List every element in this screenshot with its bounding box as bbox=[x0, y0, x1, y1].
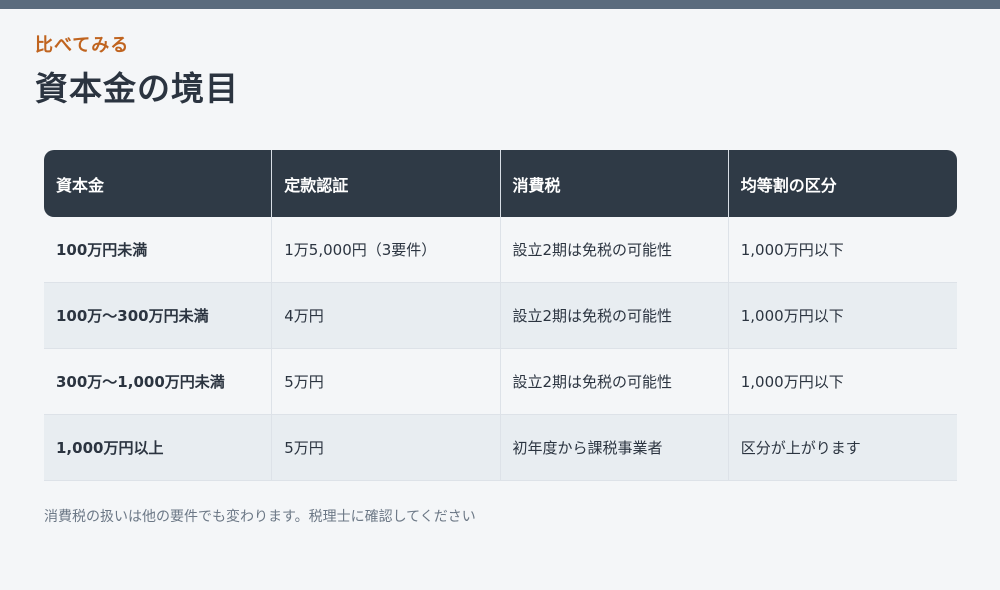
table-cell-capital: 100万円未満 bbox=[44, 217, 273, 282]
table-cell-levy-class: 1,000万円以下 bbox=[740, 307, 844, 325]
comparison-table: 資本金 定款認証 消費税 均等割の区分 100万円未満 1万5,000円（3要件… bbox=[44, 150, 957, 481]
table-cell-capital: 100万〜300万円未満 bbox=[44, 283, 273, 348]
table-cell-certification: 5万円 bbox=[272, 349, 501, 414]
table-cell-capital: 1,000万円以上 bbox=[44, 415, 273, 480]
table-cell-certification: 1万5,000円（3要件） bbox=[272, 217, 501, 282]
column-header-capital: 資本金 bbox=[44, 150, 273, 217]
table-cell-levy-class: 1,000万円以下 bbox=[740, 241, 844, 259]
table-row: 1,000万円以上 5万円 初年度から課税事業者 区分が上がります bbox=[44, 415, 957, 481]
table-row: 100万〜300万円未満 4万円 設立2期は免税の可能性 1,000万円以下 bbox=[44, 283, 957, 349]
column-header-articles-certification: 定款認証 bbox=[272, 150, 501, 217]
top-accent-bar bbox=[0, 0, 1000, 9]
column-header-per-capita-levy: 均等割の区分 bbox=[740, 175, 837, 195]
table-row: 100万円未満 1万5,000円（3要件） 設立2期は免税の可能性 1,000万… bbox=[44, 217, 957, 283]
table-cell-capital: 300万〜1,000万円未満 bbox=[44, 349, 273, 414]
page-title: 資本金の境目 bbox=[35, 69, 239, 108]
table-cell-consumption-tax: 設立2期は免税の可能性 bbox=[501, 349, 729, 414]
section-kicker: 比べてみる bbox=[35, 35, 130, 56]
table-cell-consumption-tax: 設立2期は免税の可能性 bbox=[501, 217, 729, 282]
table-cell-levy-class: 1,000万円以下 bbox=[740, 373, 844, 391]
column-header-consumption-tax: 消費税 bbox=[501, 150, 729, 217]
table-cell-certification: 5万円 bbox=[272, 415, 501, 480]
table-cell-consumption-tax: 設立2期は免税の可能性 bbox=[501, 283, 729, 348]
table-cell-certification: 4万円 bbox=[272, 283, 501, 348]
table-header: 資本金 定款認証 消費税 均等割の区分 bbox=[44, 150, 957, 217]
footnote: 消費税の扱いは他の要件でも変わります。税理士に確認してください bbox=[44, 509, 476, 525]
table-cell-consumption-tax: 初年度から課税事業者 bbox=[501, 415, 729, 480]
table-cell-levy-class: 区分が上がります bbox=[740, 439, 861, 457]
table-row: 300万〜1,000万円未満 5万円 設立2期は免税の可能性 1,000万円以下 bbox=[44, 349, 957, 415]
